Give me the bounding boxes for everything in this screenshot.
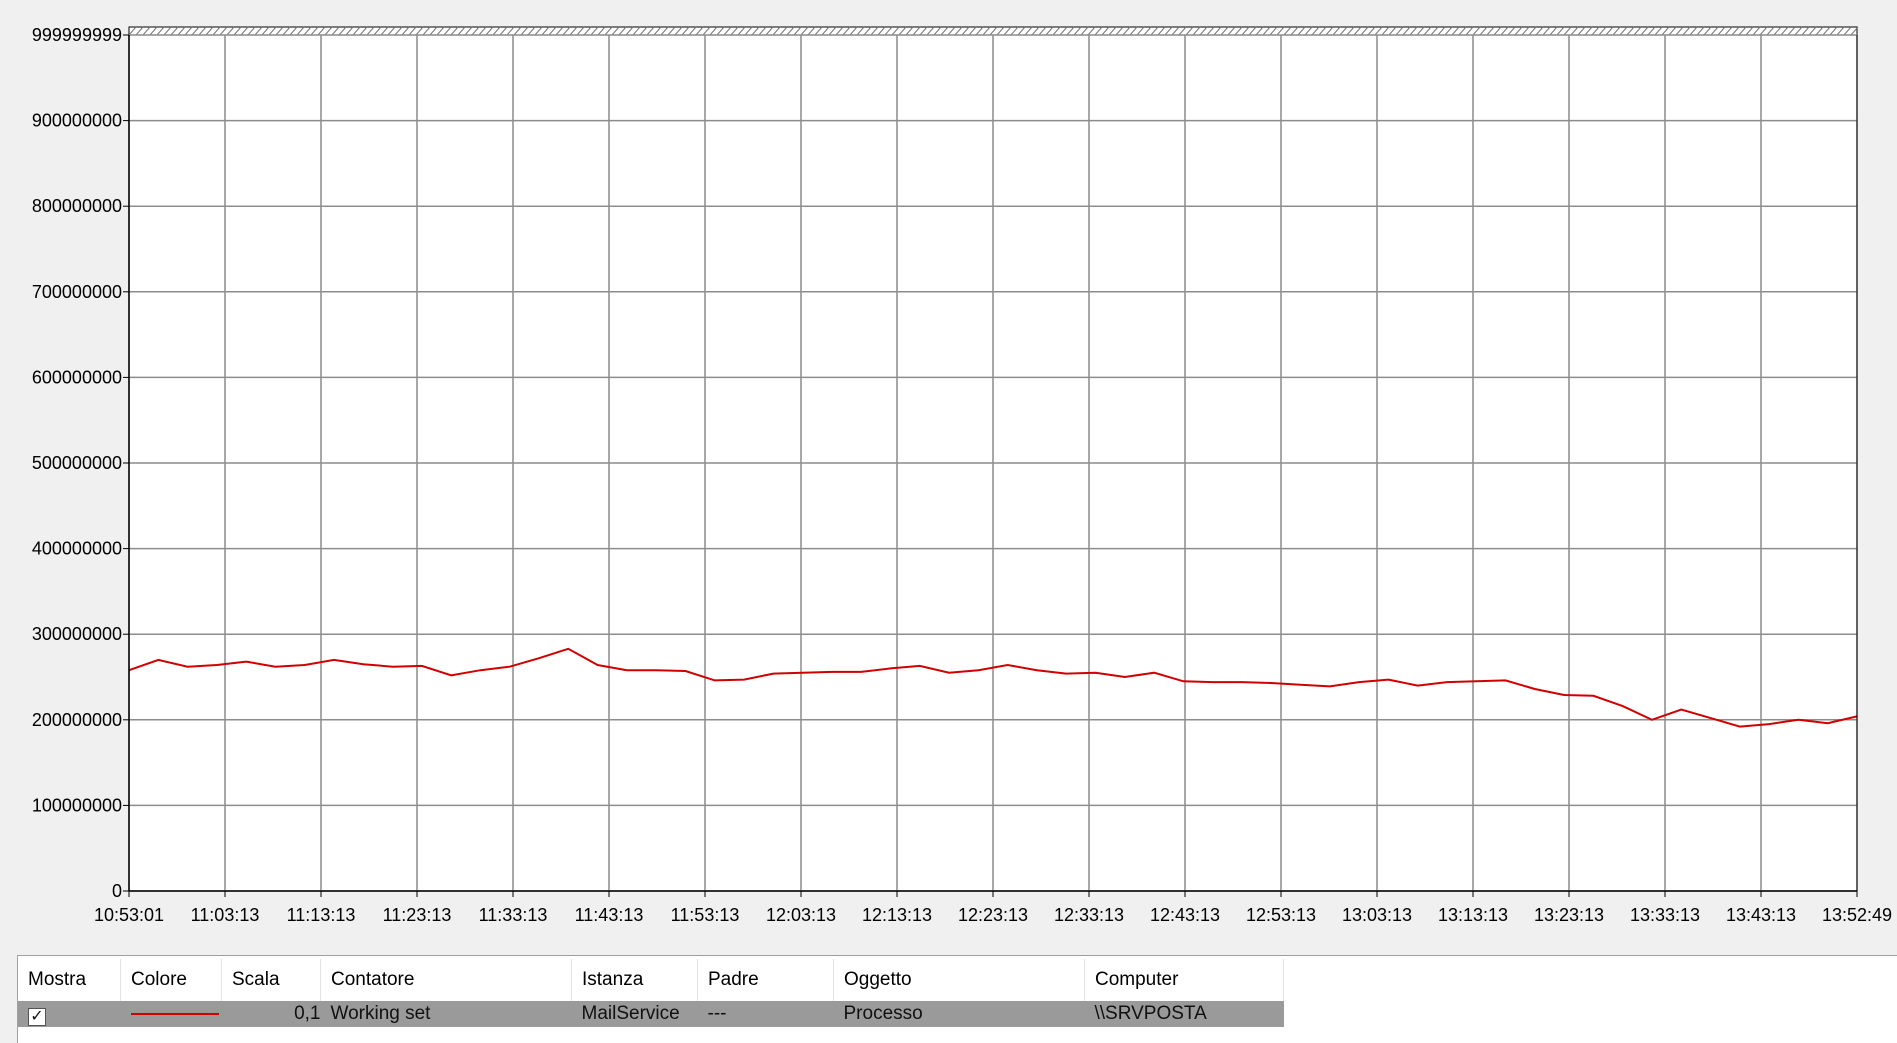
x-tick-label: 11:13:13 xyxy=(287,905,356,925)
y-tick-label: 700000000 xyxy=(32,282,122,302)
counter-row[interactable]: ✓ 0,1 Working set MailService --- Proces… xyxy=(18,1001,1284,1027)
column-header-show[interactable]: Mostra xyxy=(18,959,121,1001)
x-tick-label: 13:03:13 xyxy=(1342,905,1412,925)
y-tick-label: 300000000 xyxy=(32,624,122,644)
x-tick-label: 12:23:13 xyxy=(958,905,1028,925)
show-checkbox[interactable]: ✓ xyxy=(28,1008,46,1026)
column-header-counter[interactable]: Contatore xyxy=(320,959,572,1001)
chart-svg: 999999999 900000000 800000000 700000000 6000… xyxy=(32,25,1892,925)
y-tick-label: 600000000 xyxy=(32,367,122,387)
x-tick-label: 12:53:13 xyxy=(1246,905,1316,925)
y-tick-label: 800000000 xyxy=(32,196,122,216)
y-tick-label: 0 xyxy=(112,881,122,901)
y-tick-label: 100000000 xyxy=(32,795,122,815)
counter-legend-panel: Mostra Colore Scala Contatore Istanza Pa… xyxy=(17,955,1897,1043)
x-tick-label: 13:52:49 xyxy=(1822,905,1892,925)
x-tick-label: 11:23:13 xyxy=(383,905,452,925)
column-header-computer[interactable]: Computer xyxy=(1084,959,1284,1001)
instance-cell: MailService xyxy=(571,1001,698,1027)
x-tick-label: 11:03:13 xyxy=(191,905,260,925)
x-tick-label: 13:23:13 xyxy=(1534,905,1604,925)
counter-table-header: Mostra Colore Scala Contatore Istanza Pa… xyxy=(18,959,1284,1001)
x-tick-label: 11:43:13 xyxy=(575,905,644,925)
column-header-scale[interactable]: Scala xyxy=(221,959,321,1001)
performance-chart: 999999999 900000000 800000000 700000000 6000… xyxy=(0,0,1897,950)
x-tick-label: 12:43:13 xyxy=(1150,905,1220,925)
x-tick-label: 13:43:13 xyxy=(1726,905,1796,925)
column-header-object[interactable]: Oggetto xyxy=(833,959,1085,1001)
column-header-color[interactable]: Colore xyxy=(120,959,222,1001)
color-sample-line xyxy=(130,1012,219,1015)
parent-cell: --- xyxy=(697,1001,834,1027)
x-tick-label: 12:03:13 xyxy=(766,905,836,925)
x-tick-label: 11:33:13 xyxy=(479,905,548,925)
scale-cell: 0,1 xyxy=(221,1001,321,1027)
y-tick-label: 500000000 xyxy=(32,453,122,473)
counter-cell: Working set xyxy=(320,1001,572,1027)
x-tick-label: 13:13:13 xyxy=(1438,905,1508,925)
column-header-instance[interactable]: Istanza xyxy=(571,959,698,1001)
y-tick-label: 999999999 xyxy=(32,25,122,45)
x-tick-label: 10:53:01 xyxy=(94,905,164,925)
x-tick-label: 12:33:13 xyxy=(1054,905,1124,925)
counter-table: Mostra Colore Scala Contatore Istanza Pa… xyxy=(18,959,1284,1027)
column-header-parent[interactable]: Padre xyxy=(697,959,834,1001)
x-tick-label: 11:53:13 xyxy=(671,905,740,925)
color-cell xyxy=(120,1001,222,1027)
computer-cell: \\SRVPOSTA xyxy=(1084,1001,1284,1027)
y-tick-label: 900000000 xyxy=(32,111,122,131)
object-cell: Processo xyxy=(833,1001,1085,1027)
x-tick-label: 12:13:13 xyxy=(862,905,932,925)
x-tick-label: 13:33:13 xyxy=(1630,905,1700,925)
y-tick-label: 400000000 xyxy=(32,539,122,559)
show-cell: ✓ xyxy=(18,1001,121,1027)
y-tick-label: 200000000 xyxy=(32,710,122,730)
